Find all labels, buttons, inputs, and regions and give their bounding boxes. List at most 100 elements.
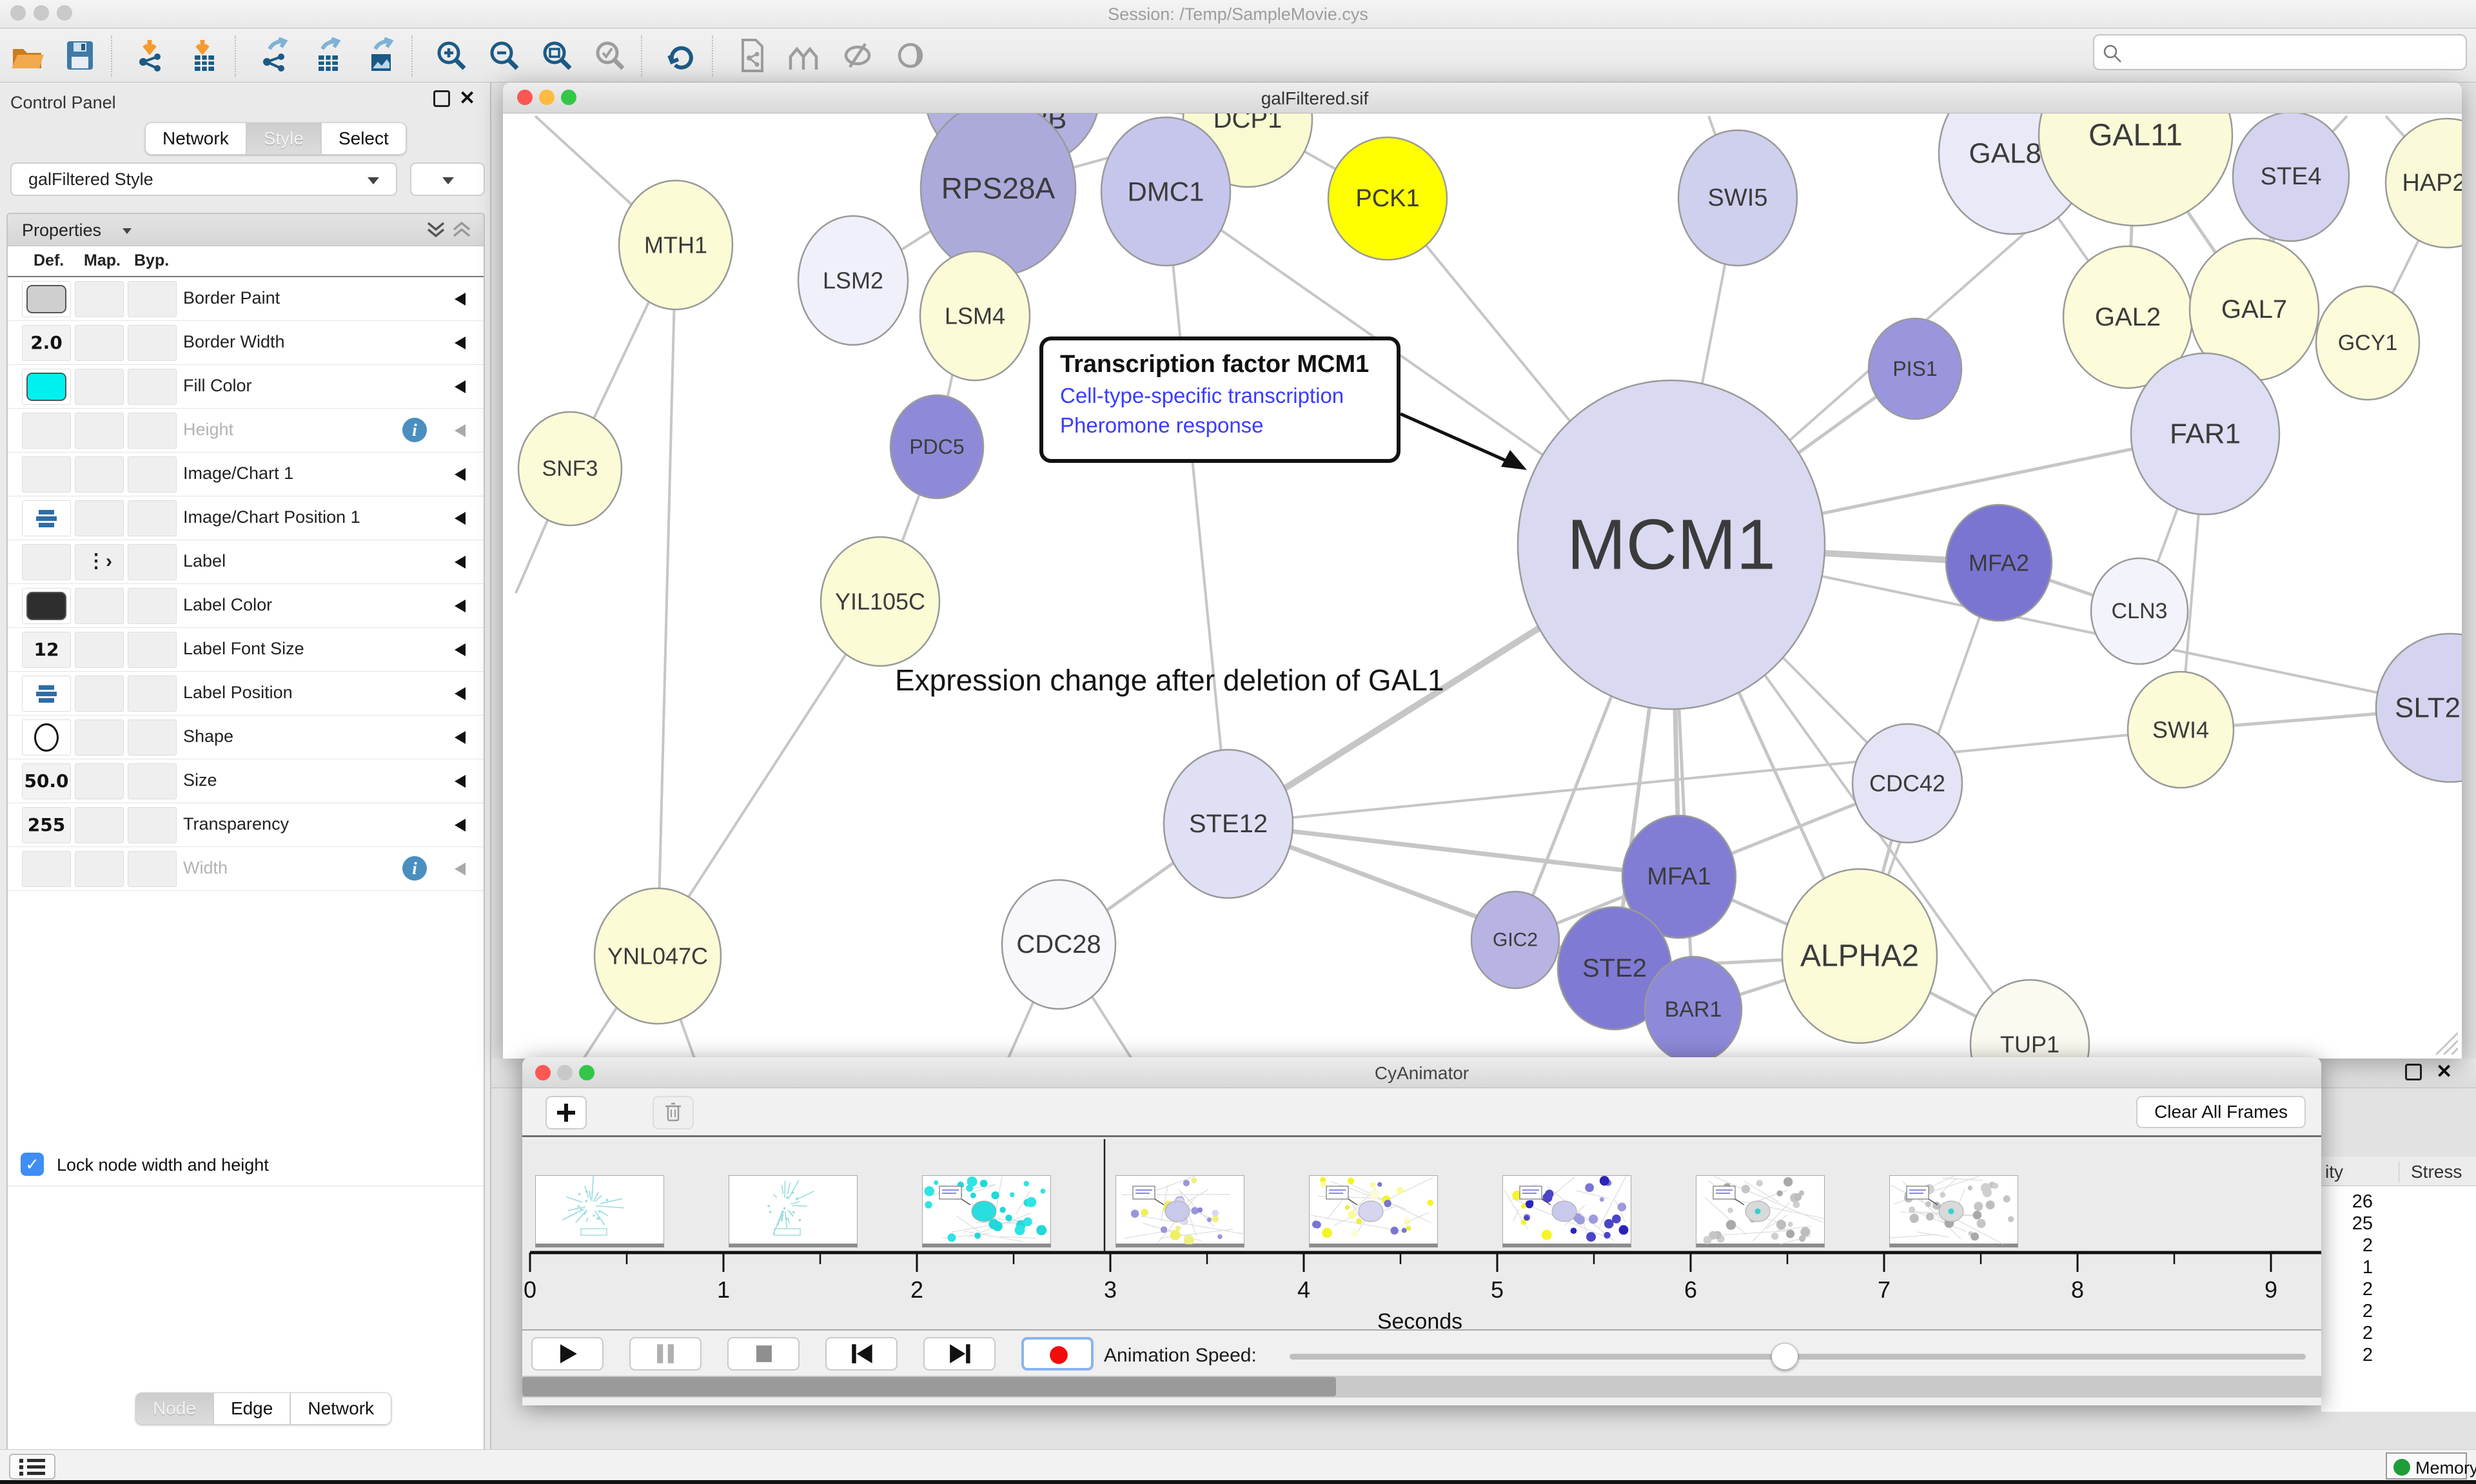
skip-start-button[interactable] xyxy=(825,1337,898,1371)
mapping-cell[interactable] xyxy=(75,719,124,756)
delete-frame-button[interactable] xyxy=(653,1096,694,1129)
table-cell-value[interactable]: 25 xyxy=(2328,1213,2373,1235)
network-node-alpha2[interactable]: ALPHA2 xyxy=(1782,869,1937,1043)
mapping-cell[interactable] xyxy=(75,325,124,361)
close-panel-icon[interactable]: ✕ xyxy=(459,90,477,108)
default-cell[interactable] xyxy=(22,544,71,580)
expand-row-icon[interactable] xyxy=(455,819,466,832)
bypass-cell[interactable] xyxy=(128,588,177,624)
network-node-dmc1[interactable]: DMC1 xyxy=(1101,117,1230,266)
default-cell[interactable] xyxy=(22,369,71,405)
float-panel-icon[interactable] xyxy=(433,90,450,107)
network-edge[interactable] xyxy=(1166,191,1228,824)
expand-row-icon[interactable] xyxy=(455,424,466,437)
mapping-cell[interactable] xyxy=(75,281,124,317)
bypass-cell[interactable] xyxy=(128,413,177,449)
timeline-frame-5[interactable] xyxy=(1502,1175,1631,1247)
search-box[interactable] xyxy=(2093,34,2467,70)
property-row-image-chart-1[interactable]: Image/Chart 1 xyxy=(8,453,484,496)
property-row-border-paint[interactable]: Border Paint xyxy=(8,277,484,321)
zoom-fit-icon[interactable] xyxy=(539,37,576,75)
network-node-mcm1[interactable]: MCM1 xyxy=(1518,380,1825,709)
property-row-label[interactable]: ⋮›Label xyxy=(8,540,484,584)
mapping-cell[interactable] xyxy=(75,369,124,405)
property-row-height[interactable]: Heighti xyxy=(8,409,484,453)
table-cell-value[interactable]: 2 xyxy=(2328,1235,2373,1256)
timeline-frame-3[interactable] xyxy=(1115,1175,1244,1247)
refresh-icon[interactable] xyxy=(663,37,700,75)
bypass-cell[interactable] xyxy=(128,500,177,536)
network-node-pis1[interactable]: PIS1 xyxy=(1869,318,1961,419)
annotation-link-1[interactable]: Cell-type-specific transcription xyxy=(1060,384,1397,408)
table-col-connectivity[interactable]: ity xyxy=(2325,1162,2343,1182)
mapping-cell[interactable] xyxy=(75,588,124,624)
expand-row-icon[interactable] xyxy=(455,293,466,306)
default-cell[interactable]: 255 xyxy=(22,807,71,843)
bypass-cell[interactable] xyxy=(128,632,177,668)
tab-network[interactable]: Network xyxy=(290,1392,391,1425)
network-node-cln3[interactable]: CLN3 xyxy=(2091,558,2188,664)
memory-button[interactable]: Memory xyxy=(2386,1452,2467,1479)
export-network-icon[interactable] xyxy=(257,37,294,75)
property-row-border-width[interactable]: 2.0Border Width xyxy=(8,321,484,365)
property-row-transparency[interactable]: 255Transparency xyxy=(8,803,484,847)
network-node-swi5[interactable]: SWI5 xyxy=(1678,130,1797,266)
network-node-pdc5[interactable]: PDC5 xyxy=(890,395,983,498)
style-select[interactable]: galFiltered Style xyxy=(10,162,397,196)
expand-row-icon[interactable] xyxy=(455,380,466,393)
style-options-button[interactable] xyxy=(410,162,485,196)
network-node-ynl047c[interactable]: YNL047C xyxy=(594,888,721,1024)
speed-slider-thumb[interactable] xyxy=(1771,1343,1798,1370)
properties-header[interactable]: Properties xyxy=(8,214,484,246)
expand-row-icon[interactable] xyxy=(455,687,466,700)
lock-checkbox[interactable]: ✓ xyxy=(21,1153,44,1176)
float-panel-icon[interactable] xyxy=(2405,1064,2422,1080)
default-cell[interactable] xyxy=(22,851,71,887)
network-node-far1[interactable]: FAR1 xyxy=(2131,353,2279,514)
expand-row-icon[interactable] xyxy=(455,556,466,569)
speed-slider[interactable] xyxy=(1290,1354,2306,1360)
default-cell[interactable] xyxy=(22,281,71,317)
doc-network-icon[interactable] xyxy=(734,37,771,75)
table-cell-value[interactable]: 26 xyxy=(2328,1191,2373,1213)
expand-row-icon[interactable] xyxy=(455,863,466,875)
sphere-icon[interactable] xyxy=(892,37,930,75)
network-node-tup1[interactable]: TUP1 xyxy=(1970,980,2089,1059)
default-cell[interactable] xyxy=(22,676,71,712)
property-row-image-chart-position-1[interactable]: Image/Chart Position 1 xyxy=(8,496,484,540)
tab-network[interactable]: Network xyxy=(145,122,246,155)
timeline-frame-1[interactable] xyxy=(729,1175,858,1247)
network-node-ste4[interactable]: STE4 xyxy=(2233,113,2349,241)
task-history-button[interactable] xyxy=(9,1454,55,1479)
tab-select[interactable]: Select xyxy=(321,122,406,155)
property-row-label-font-size[interactable]: 12Label Font Size xyxy=(8,628,484,672)
bundle-icon[interactable] xyxy=(787,37,824,75)
default-cell[interactable]: 12 xyxy=(22,632,71,668)
default-cell[interactable] xyxy=(22,500,71,536)
resize-grip-icon[interactable] xyxy=(2430,1026,2458,1055)
timeline-scrollbar[interactable] xyxy=(522,1376,2321,1398)
mcm1-annotation[interactable]: Transcription factor MCM1 Cell-type-spec… xyxy=(1039,337,1400,463)
import-table-icon[interactable] xyxy=(186,37,223,75)
bypass-cell[interactable] xyxy=(128,676,177,712)
info-icon[interactable]: i xyxy=(402,856,427,881)
expand-row-icon[interactable] xyxy=(455,468,466,481)
stop-button[interactable] xyxy=(727,1337,800,1371)
property-row-fill-color[interactable]: Fill Color xyxy=(8,365,484,409)
property-row-width[interactable]: Widthi xyxy=(8,847,484,891)
mapping-cell[interactable] xyxy=(75,413,124,449)
property-row-size[interactable]: 50.0Size xyxy=(8,759,484,803)
save-icon[interactable] xyxy=(62,37,99,75)
default-cell[interactable] xyxy=(22,413,71,449)
tab-style[interactable]: Style xyxy=(246,122,321,155)
bypass-cell[interactable] xyxy=(128,325,177,361)
hide-details-icon[interactable] xyxy=(840,37,877,75)
table-cell-value[interactable]: 1 xyxy=(2328,1257,2373,1278)
import-network-icon[interactable] xyxy=(133,37,170,75)
mapping-cell[interactable] xyxy=(75,632,124,668)
skip-end-button[interactable] xyxy=(923,1337,996,1371)
table-cell-value[interactable]: 2 xyxy=(2328,1323,2373,1344)
network-node-yil105c[interactable]: YIL105C xyxy=(821,537,939,666)
expand-row-icon[interactable] xyxy=(455,775,466,788)
network-node-rps28a[interactable]: RPS28A xyxy=(921,113,1076,275)
